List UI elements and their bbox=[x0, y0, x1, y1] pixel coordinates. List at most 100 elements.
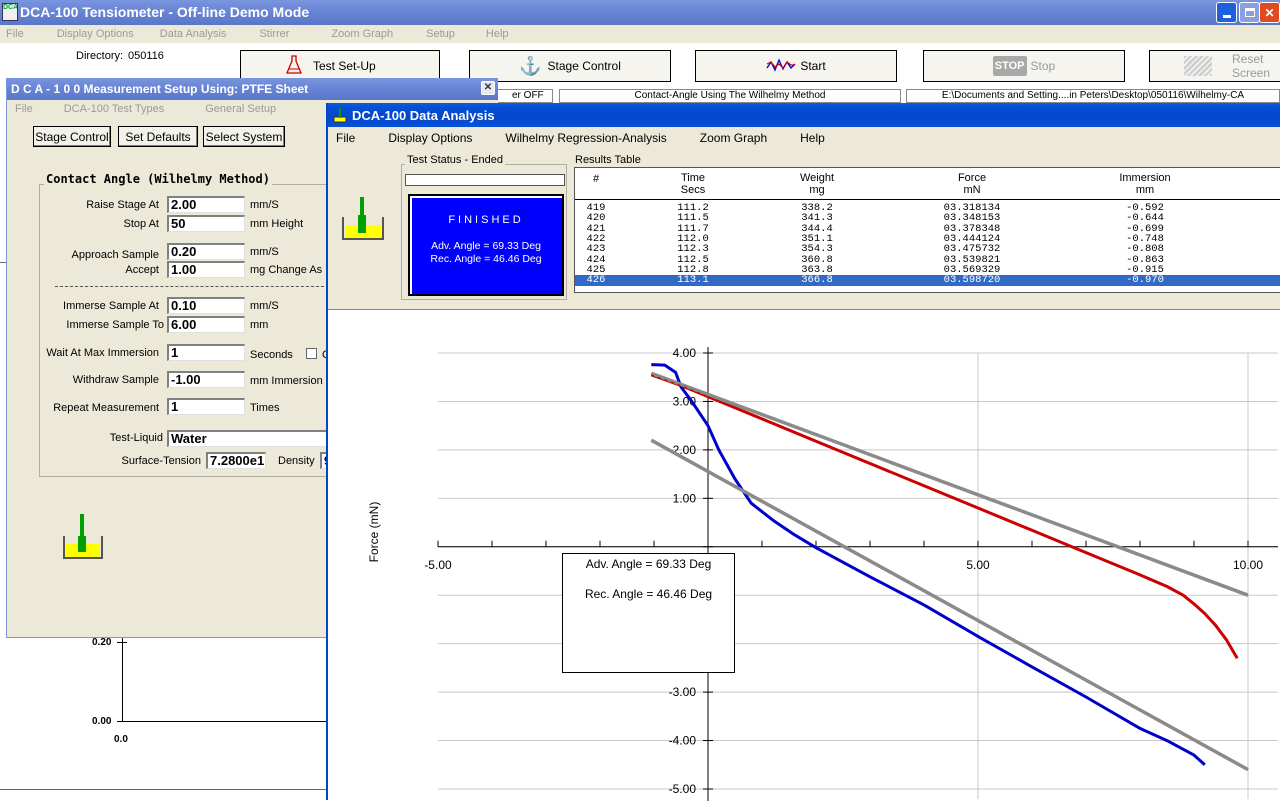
force-chart: -5.00 5.00 10.004.003.002.001.00-3.00-4.00… bbox=[424, 346, 1278, 801]
tension-label: Surface-Tension bbox=[121, 455, 202, 467]
maximize-button[interactable] bbox=[1239, 2, 1260, 23]
approach-unit: mm/S bbox=[250, 246, 279, 258]
directory-value: 050116 bbox=[128, 50, 164, 62]
immerse-at-input[interactable]: 0.10 bbox=[167, 297, 245, 314]
x-tick-label: -5.00 bbox=[424, 558, 452, 572]
results-table-body: 419 111.2 338.2 03.318134 -0.592 420 111.5 341.… bbox=[575, 203, 1280, 293]
analysis-menu-regression[interactable]: Wilhelmy Regression-Analysis bbox=[492, 131, 686, 145]
withdraw-unit: mm Immersion D bbox=[250, 375, 334, 387]
density-label: Density bbox=[278, 455, 315, 467]
table-cell: 03.598720 bbox=[943, 274, 1001, 287]
withdraw-label: Withdraw Sample bbox=[72, 374, 159, 386]
col-header-weight: Weight bbox=[799, 172, 835, 184]
analysis-menu-display-options[interactable]: Display Options bbox=[375, 131, 492, 145]
set-defaults-button[interactable]: Set Defaults bbox=[118, 126, 198, 147]
bg-graph-x-axis bbox=[117, 721, 327, 722]
accept-label: Accept bbox=[125, 264, 159, 276]
immerse-to-label: Immerse Sample To bbox=[66, 319, 164, 331]
wait-checkbox[interactable] bbox=[306, 348, 317, 359]
series-line-regression bbox=[650, 371, 1249, 597]
table-row[interactable]: 426 113.1 366.8 03.598720 -0.970 bbox=[575, 274, 1280, 287]
reset-screen-button: Reset Screen bbox=[1149, 50, 1280, 82]
setup-menu-test-types[interactable]: DCA-100 Test Types bbox=[51, 103, 192, 115]
stop-button: STOP Stop bbox=[923, 50, 1125, 82]
start-button[interactable]: Start bbox=[695, 50, 897, 82]
col-header-time-unit: Secs bbox=[680, 184, 706, 196]
wait-input[interactable]: 1 bbox=[167, 344, 245, 361]
tension-input[interactable]: 7.2800e1 bbox=[206, 452, 266, 469]
results-table-header: # Time Secs Weight mg Force mN Immersion… bbox=[575, 168, 1280, 200]
setup-stage-control-label: Stage Control bbox=[35, 129, 109, 144]
finished-panel: FINISHED Adv. Angle = 69.33 Deg Rec. Ang… bbox=[408, 194, 564, 296]
col-header-immersion: Immersion bbox=[1119, 172, 1171, 184]
analysis-menu-help[interactable]: Help bbox=[787, 131, 838, 145]
menu-zoom-graph[interactable]: Zoom Graph bbox=[309, 28, 406, 40]
app-logo-icon: DCA bbox=[2, 3, 18, 21]
dashed-separator bbox=[55, 286, 339, 287]
liquid-input[interactable]: Water bbox=[167, 430, 339, 447]
raise-stage-input[interactable]: 2.00 bbox=[167, 196, 245, 213]
setup-close-button[interactable]: ✕ bbox=[481, 81, 495, 95]
stop-at-input[interactable]: 50 bbox=[167, 215, 245, 232]
repeat-input[interactable]: 1 bbox=[167, 398, 245, 415]
setup-beaker-icon bbox=[62, 510, 104, 560]
analysis-menu-zoom-graph[interactable]: Zoom Graph bbox=[687, 131, 787, 145]
series-line-regression bbox=[650, 438, 1249, 772]
menu-file[interactable]: File bbox=[0, 28, 44, 40]
wait-unit: Seconds bbox=[250, 349, 293, 361]
close-icon: ✕ bbox=[1264, 5, 1275, 20]
close-button[interactable]: ✕ bbox=[1259, 2, 1280, 23]
liquid-label: Test-Liquid bbox=[109, 432, 163, 444]
results-table: # Time Secs Weight mg Force mN Immersion… bbox=[574, 167, 1280, 293]
table-cell: 113.1 bbox=[677, 274, 709, 287]
toolbar-stage-control-button[interactable]: ⚓ Stage Control bbox=[469, 50, 671, 82]
analysis-menu-bar: File Display Options Wilhelmy Regression… bbox=[328, 127, 1280, 148]
immerse-to-unit: mm bbox=[250, 319, 269, 331]
raise-stage-label: Raise Stage At bbox=[86, 199, 159, 211]
stop-at-label: Stop At bbox=[123, 218, 159, 230]
menu-help[interactable]: Help bbox=[468, 28, 522, 40]
stop-sign-icon: STOP bbox=[992, 56, 1027, 76]
finished-rec-angle: Rec. Angle = 46.46 Deg bbox=[430, 253, 542, 265]
finished-adv-angle: Adv. Angle = 69.33 Deg bbox=[431, 240, 541, 252]
setup-menu-general-setup[interactable]: General Setup bbox=[192, 103, 289, 115]
path-status: E:\Documents and Setting....in Peters\De… bbox=[906, 89, 1280, 103]
results-table-title: Results Table bbox=[575, 154, 641, 166]
withdraw-input[interactable]: -1.00 bbox=[167, 371, 245, 388]
accept-input[interactable]: 1.00 bbox=[167, 261, 245, 278]
approach-input[interactable]: 0.20 bbox=[167, 243, 245, 260]
annotation-adv-angle: Adv. Angle = 69.33 Deg bbox=[585, 557, 712, 571]
contact-angle-group-title: Contact Angle (Wilhelmy Method) bbox=[44, 172, 272, 186]
stirrer-status: er OFF bbox=[495, 89, 553, 103]
anchor-icon: ⚓ bbox=[519, 55, 542, 76]
immerse-to-input[interactable]: 6.00 bbox=[167, 316, 245, 333]
table-cell: 426 bbox=[586, 274, 606, 287]
raise-stage-unit: mm/S bbox=[250, 199, 279, 211]
setup-menu-file[interactable]: File bbox=[7, 103, 51, 115]
test-progress-bar bbox=[405, 174, 565, 186]
setup-stage-control-button[interactable]: Stage Control bbox=[33, 126, 111, 147]
select-system-button[interactable]: Select System bbox=[203, 126, 285, 147]
minimize-button[interactable] bbox=[1216, 2, 1237, 23]
eraser-icon bbox=[1184, 56, 1212, 76]
col-header-force-unit: mN bbox=[963, 184, 981, 196]
x-tick-label: 10.00 bbox=[1233, 558, 1263, 572]
analysis-app-icon bbox=[333, 107, 347, 123]
menu-setup[interactable]: Setup bbox=[406, 28, 468, 40]
setup-title: D C A - 1 0 0 Measurement Setup Using: P… bbox=[11, 82, 309, 96]
flask-icon bbox=[285, 55, 303, 77]
analysis-title: DCA-100 Data Analysis bbox=[352, 108, 495, 123]
approach-label: Approach Sample bbox=[71, 249, 159, 261]
y-tick-label: -4.00 bbox=[669, 734, 697, 748]
test-setup-label: Test Set-Up bbox=[313, 59, 376, 73]
menu-display-options[interactable]: Display Options bbox=[44, 28, 147, 40]
menu-data-analysis[interactable]: Data Analysis bbox=[147, 28, 240, 40]
y-axis-label: Force (mN) bbox=[367, 501, 381, 563]
wave-chart-icon bbox=[766, 54, 796, 79]
accept-unit: mg Change As I bbox=[250, 264, 329, 276]
col-header-immersion-unit: mm bbox=[1135, 184, 1155, 196]
start-label: Start bbox=[800, 59, 826, 73]
analysis-menu-file[interactable]: File bbox=[328, 131, 375, 145]
menu-stirrer[interactable]: Stirrer bbox=[239, 28, 309, 40]
table-cell: 366.8 bbox=[801, 274, 833, 287]
